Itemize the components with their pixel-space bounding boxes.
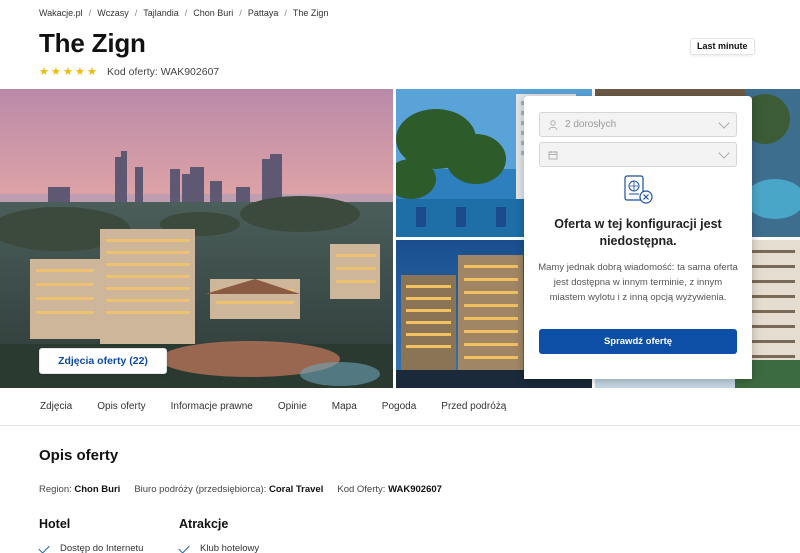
offer-code-value: WAK902607 [388, 484, 442, 495]
tab-weather[interactable]: Pogoda [382, 401, 416, 412]
booking-panel: 2 dorosłych Oferta w tej konfiguracji je… [524, 96, 752, 379]
offer-unavailable-icon [622, 174, 654, 206]
attraction-label: Klub hotelowy [200, 543, 260, 553]
check-icon [178, 541, 190, 553]
offer-meta: Region: Chon Buri Biuro podróży (przedsi… [39, 484, 456, 495]
breadcrumb-item-wczasy[interactable]: Wczasy [97, 8, 129, 18]
guests-value: 2 dorosłych [565, 119, 617, 130]
main-photo[interactable] [0, 89, 393, 388]
breadcrumb-separator: / [88, 8, 92, 18]
region-label: Region: [39, 484, 72, 495]
unavailable-text: Mamy jednak dobrą wiadomość: ta sama ofe… [538, 262, 738, 303]
breadcrumb-separator: / [134, 8, 138, 18]
attractions-title: Atrakcje [179, 517, 229, 531]
hotel-features-title: Hotel [39, 517, 71, 531]
unavailable-title: Oferta w tej konfiguracji jest niedostęp… [554, 217, 722, 248]
breadcrumb-item-tajlandia[interactable]: Tajlandia [143, 8, 179, 18]
operator-label: Biuro podróży (przedsiębiorca): [134, 484, 267, 495]
feature-item: Dostęp do Internetu [38, 541, 144, 553]
breadcrumb-separator: / [239, 8, 242, 18]
chevron-down-icon [718, 117, 730, 129]
breadcrumb-item-current: The Zign [292, 8, 329, 18]
person-icon [548, 119, 558, 130]
star-icon: ★ [51, 66, 61, 78]
tab-legal-info[interactable]: Informacje prawne [171, 401, 253, 412]
breadcrumb-item-chon-buri[interactable]: Chon Buri [193, 8, 233, 18]
feature-label: Dostęp do Internetu [60, 543, 144, 553]
breadcrumb-item-pattaya[interactable]: Pattaya [248, 8, 279, 18]
breadcrumb-separator: / [184, 8, 188, 18]
check-icon [38, 541, 50, 553]
offer-code-info: Kod Oferty: WAK902607 [337, 484, 442, 495]
section-title: Opis oferty [39, 447, 119, 464]
operator-value: Coral Travel [268, 484, 324, 495]
attraction-item: Klub hotelowy [178, 541, 260, 553]
star-icon: ★ [39, 66, 49, 78]
tab-description[interactable]: Opis oferty [97, 401, 145, 412]
calendar-icon [548, 150, 558, 160]
page-title: The Zign [39, 28, 146, 58]
star-icon: ★ [63, 66, 73, 78]
tab-map[interactable]: Mapa [332, 401, 357, 412]
tab-photos[interactable]: Zdjęcia [40, 401, 72, 412]
breadcrumb-separator: / [284, 8, 287, 18]
star-icon: ★ [75, 66, 85, 78]
chevron-down-icon [718, 147, 730, 159]
region-value: Chon Buri [74, 484, 121, 495]
region-info: Region: Chon Buri [39, 484, 120, 495]
breadcrumb-item-wakacje[interactable]: Wakacje.pl [39, 8, 83, 18]
guests-select[interactable]: 2 dorosłych [539, 112, 737, 137]
star-icon: ★ [87, 66, 97, 78]
photos-button[interactable]: Zdjęcia oferty (22) [39, 348, 167, 374]
tab-reviews[interactable]: Opinie [278, 401, 307, 412]
offer-tabs: Zdjęcia Opis oferty Informacje prawne Op… [0, 388, 800, 426]
offer-code: Kod oferty: WAK902607 [107, 66, 220, 78]
check-offer-button[interactable]: Sprawdź ofertę [539, 329, 737, 354]
operator-info: Biuro podróży (przedsiębiorca): Coral Tr… [134, 484, 323, 495]
rating-row: ★ ★ ★ ★ ★ Kod oferty: WAK902607 [39, 65, 219, 79]
unavailable-overlay: Oferta w tej konfiguracji jest niedostęp… [524, 172, 752, 379]
date-select[interactable] [539, 142, 737, 167]
breadcrumb: Wakacje.pl / Wczasy / Tajlandia / Chon B… [39, 6, 328, 20]
star-rating: ★ ★ ★ ★ ★ [39, 66, 97, 78]
offer-code-label: Kod Oferty: [337, 484, 386, 495]
last-minute-badge: Last minute [690, 38, 755, 55]
tab-before-trip[interactable]: Przed podróżą [441, 401, 506, 412]
